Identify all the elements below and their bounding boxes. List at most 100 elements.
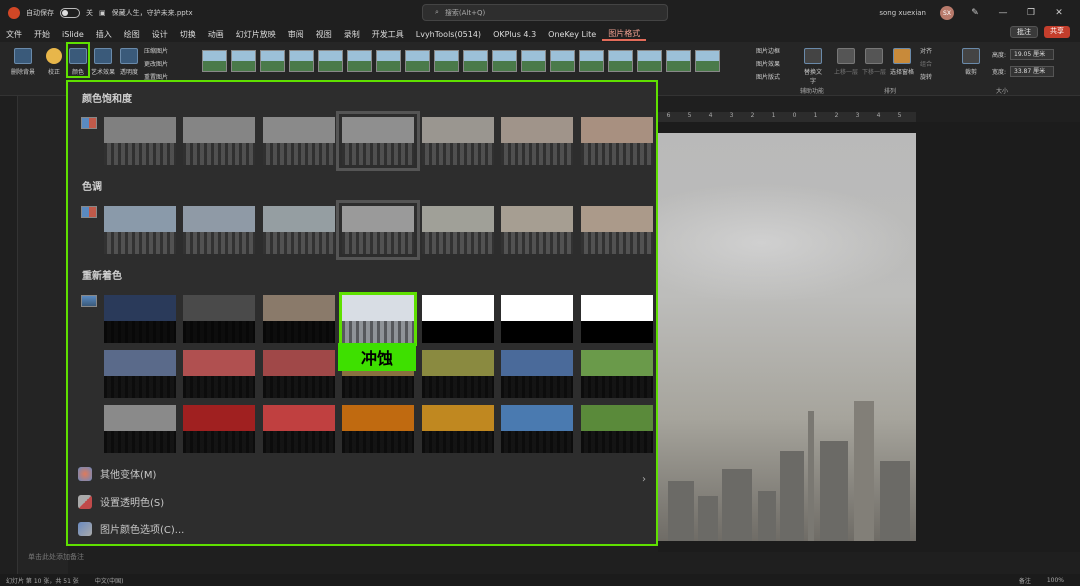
pen-icon[interactable]: ✎ bbox=[968, 8, 982, 18]
restore-icon[interactable]: ❐ bbox=[1024, 8, 1038, 18]
change-picture-button[interactable]: 更改图片 bbox=[144, 59, 168, 68]
tab-draw[interactable]: 绘图 bbox=[118, 29, 146, 40]
color-preset-tile[interactable] bbox=[183, 350, 255, 398]
tab-animations[interactable]: 动画 bbox=[202, 29, 230, 40]
selection-pane-button[interactable]: 选择窗格 bbox=[888, 48, 916, 76]
color-preset-tile[interactable] bbox=[104, 295, 176, 343]
tab-design[interactable]: 设计 bbox=[146, 29, 174, 40]
color-preset-tile[interactable] bbox=[183, 405, 255, 453]
picture-style-15[interactable] bbox=[608, 50, 633, 72]
tab-home[interactable]: 开始 bbox=[28, 29, 56, 40]
save-icon[interactable]: ▣ bbox=[99, 9, 106, 17]
bring-forward-button[interactable]: 上移一层 bbox=[832, 48, 860, 76]
autosave-toggle[interactable] bbox=[60, 8, 80, 18]
color-preset-tile[interactable] bbox=[501, 350, 573, 398]
color-preset-tile[interactable] bbox=[581, 206, 653, 254]
picture-border-button[interactable]: 图片边框 bbox=[756, 46, 780, 55]
picture-style-16[interactable] bbox=[637, 50, 662, 72]
picture-layout-button[interactable]: 图片版式 bbox=[756, 72, 780, 81]
color-preset-tile[interactable] bbox=[422, 350, 494, 398]
height-input[interactable]: 19.05 厘米 bbox=[1010, 49, 1054, 60]
search-box[interactable]: ⌕ 搜索(Alt+Q) bbox=[422, 4, 668, 21]
tab-view[interactable]: 视图 bbox=[310, 29, 338, 40]
color-preset-tile[interactable] bbox=[422, 405, 494, 453]
comment-button[interactable]: 批注 bbox=[1010, 26, 1038, 38]
color-preset-tile[interactable] bbox=[342, 405, 414, 453]
color-preset-tile[interactable] bbox=[581, 350, 653, 398]
correct-button[interactable]: 校正 bbox=[44, 48, 64, 76]
color-preset-tile[interactable] bbox=[263, 206, 335, 254]
color-preset-tile[interactable] bbox=[581, 117, 653, 165]
group-button[interactable]: 组合 bbox=[920, 59, 932, 68]
align-button[interactable]: 对齐 bbox=[920, 46, 932, 55]
color-preset-tile[interactable] bbox=[183, 117, 255, 165]
slide-picture[interactable] bbox=[658, 133, 916, 541]
crop-button[interactable]: 裁剪 bbox=[960, 48, 982, 76]
color-preset-tile[interactable] bbox=[422, 206, 494, 254]
picture-style-18[interactable] bbox=[695, 50, 720, 72]
color-preset-tile[interactable] bbox=[422, 295, 494, 343]
share-button[interactable]: 共享 bbox=[1044, 26, 1070, 38]
picture-style-9[interactable] bbox=[434, 50, 459, 72]
color-preset-tile[interactable] bbox=[263, 117, 335, 165]
picture-style-12[interactable] bbox=[521, 50, 546, 72]
tab-lvyhtools[interactable]: LvyhTools(0514) bbox=[410, 30, 487, 39]
color-preset-tile[interactable] bbox=[183, 206, 255, 254]
color-preset-tile[interactable] bbox=[263, 350, 335, 398]
tab-developer[interactable]: 开发工具 bbox=[366, 29, 410, 40]
picture-style-7[interactable] bbox=[376, 50, 401, 72]
picture-style-13[interactable] bbox=[550, 50, 575, 72]
tab-file[interactable]: 文件 bbox=[0, 29, 28, 40]
picture-style-6[interactable] bbox=[347, 50, 372, 72]
picture-style-5[interactable] bbox=[318, 50, 343, 72]
close-icon[interactable]: ✕ bbox=[1052, 8, 1066, 18]
picture-style-2[interactable] bbox=[231, 50, 256, 72]
color-preset-tile[interactable] bbox=[263, 405, 335, 453]
color-preset-tile[interactable] bbox=[104, 405, 176, 453]
color-preset-tile[interactable] bbox=[339, 292, 417, 346]
color-preset-tile[interactable] bbox=[581, 295, 653, 343]
color-preset-tile[interactable] bbox=[581, 405, 653, 453]
picture-style-3[interactable] bbox=[260, 50, 285, 72]
picture-style-10[interactable] bbox=[463, 50, 488, 72]
remove-background-button[interactable]: 删除背景 bbox=[8, 48, 38, 76]
tab-record[interactable]: 录制 bbox=[338, 29, 366, 40]
tab-onekey[interactable]: OneKey Lite bbox=[542, 30, 602, 39]
set-transparent-item[interactable]: 设置透明色(S) bbox=[78, 494, 164, 509]
rotate-button[interactable]: 旋转 bbox=[920, 72, 932, 81]
picture-style-14[interactable] bbox=[579, 50, 604, 72]
width-input[interactable]: 33.87 厘米 bbox=[1010, 66, 1054, 77]
color-preset-tile[interactable] bbox=[263, 295, 335, 343]
picture-style-4[interactable] bbox=[289, 50, 314, 72]
picture-style-1[interactable] bbox=[202, 50, 227, 72]
picture-style-17[interactable] bbox=[666, 50, 691, 72]
minimize-icon[interactable]: — bbox=[996, 8, 1010, 18]
avatar[interactable]: SX bbox=[940, 6, 954, 20]
tab-slideshow[interactable]: 幻灯片放映 bbox=[230, 29, 282, 40]
color-preset-tile[interactable] bbox=[501, 206, 573, 254]
color-preset-tile[interactable] bbox=[336, 111, 420, 171]
picture-effects-button[interactable]: 图片效果 bbox=[756, 59, 780, 68]
more-variants-item[interactable]: 其他变体(M) bbox=[78, 466, 156, 481]
color-preset-tile[interactable] bbox=[501, 295, 573, 343]
color-preset-tile[interactable] bbox=[104, 350, 176, 398]
color-preset-tile[interactable] bbox=[501, 117, 573, 165]
tab-insert[interactable]: 插入 bbox=[90, 29, 118, 40]
tab-review[interactable]: 审阅 bbox=[282, 29, 310, 40]
color-preset-tile[interactable] bbox=[422, 117, 494, 165]
color-options-item[interactable]: 图片颜色选项(C)... bbox=[78, 521, 184, 536]
compress-button[interactable]: 压缩图片 bbox=[144, 46, 168, 55]
color-preset-tile[interactable] bbox=[336, 200, 420, 260]
alt-text-button[interactable]: 替换文字 bbox=[802, 48, 824, 85]
picture-style-11[interactable] bbox=[492, 50, 517, 72]
notes-placeholder[interactable]: 单击此处添加备注 bbox=[28, 552, 84, 562]
tab-picture-format[interactable]: 图片格式 bbox=[602, 28, 647, 41]
color-preset-tile[interactable] bbox=[104, 117, 176, 165]
language[interactable]: 中文(中国) bbox=[95, 576, 124, 585]
color-preset-tile[interactable] bbox=[183, 295, 255, 343]
tab-okplus[interactable]: OKPlus 4.3 bbox=[487, 30, 542, 39]
picture-style-8[interactable] bbox=[405, 50, 430, 72]
notes-toggle[interactable]: 备注 bbox=[1019, 576, 1031, 585]
color-preset-tile[interactable] bbox=[104, 206, 176, 254]
zoom-level[interactable]: 100% bbox=[1047, 577, 1080, 584]
